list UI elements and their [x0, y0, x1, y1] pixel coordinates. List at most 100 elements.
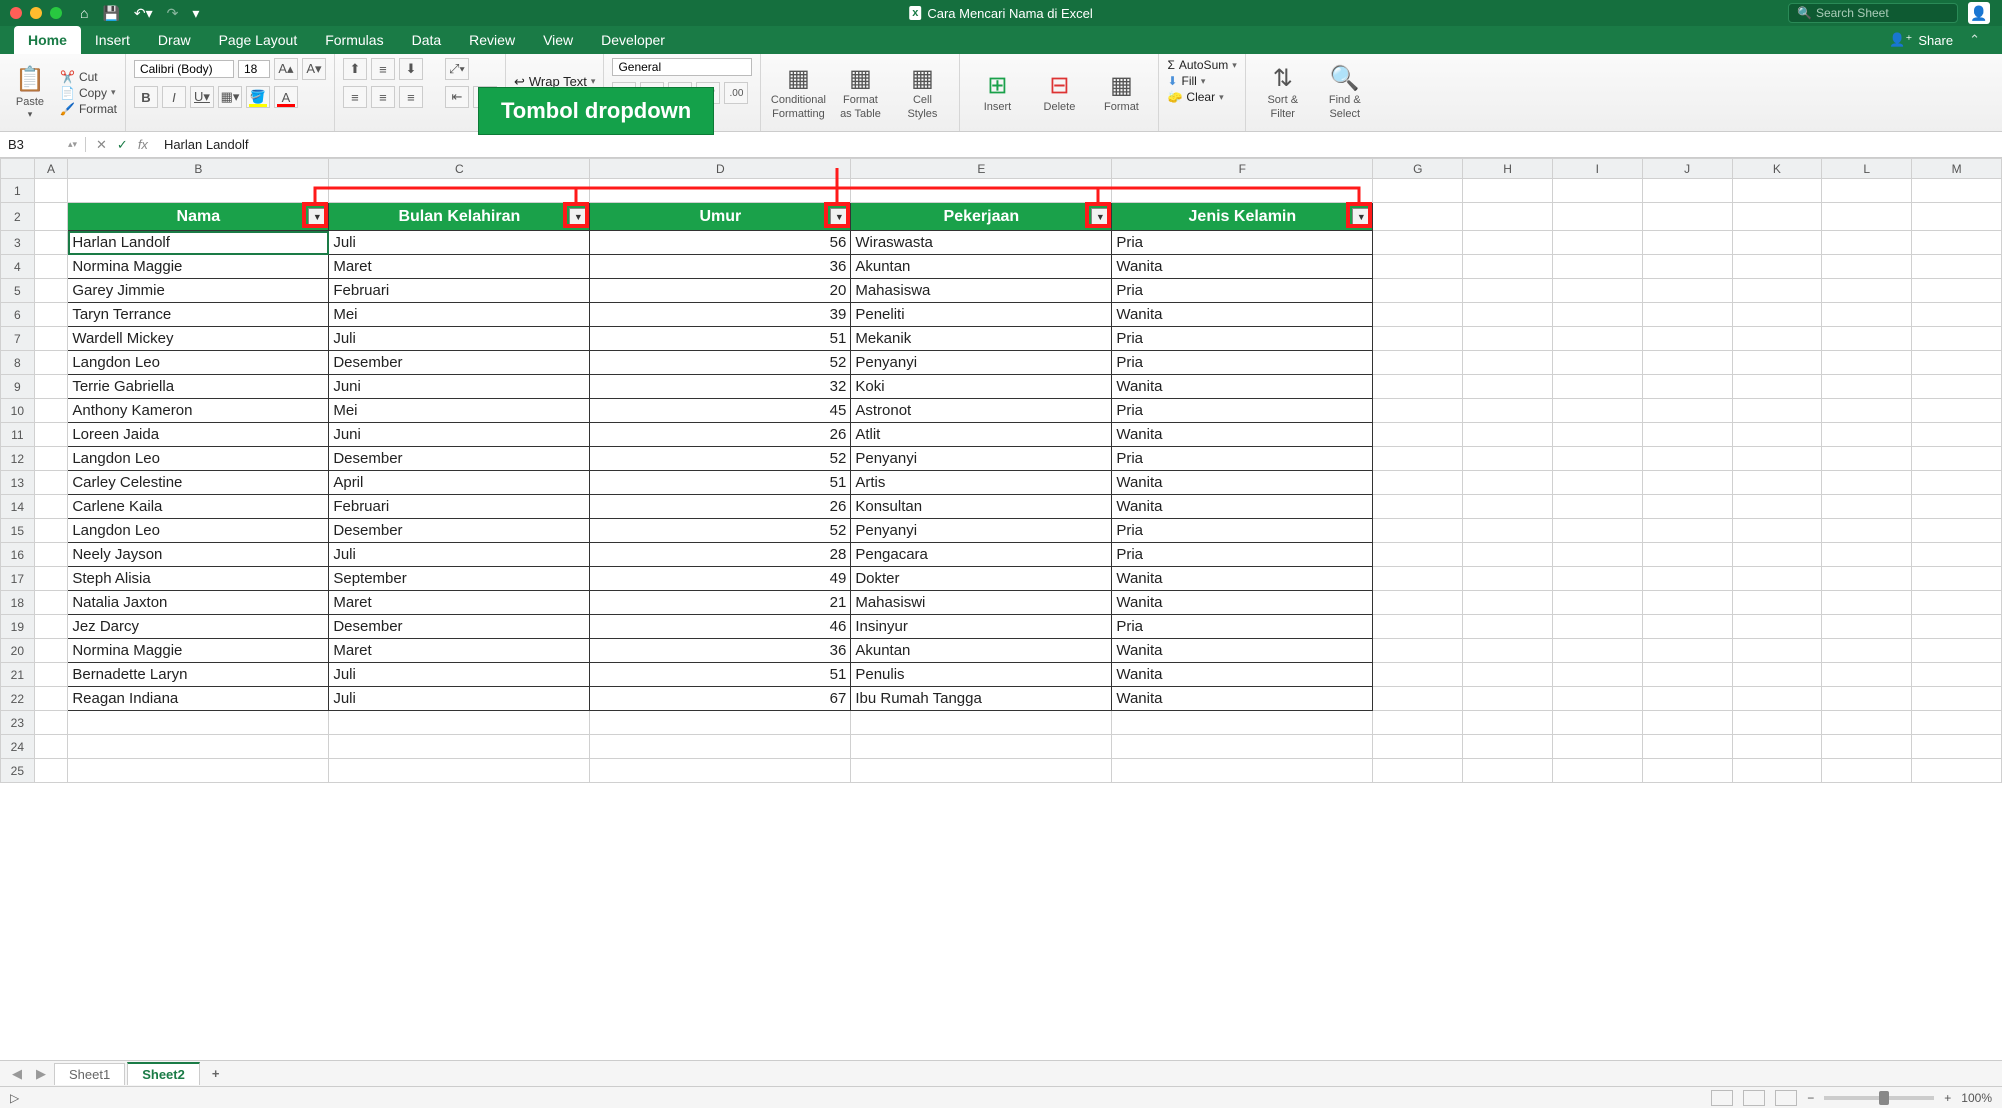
empty-cell[interactable]: [590, 711, 851, 735]
empty-cell[interactable]: [1373, 519, 1463, 543]
empty-cell[interactable]: [1642, 519, 1732, 543]
empty-cell[interactable]: [1373, 231, 1463, 255]
save-icon[interactable]: 💾: [102, 5, 119, 22]
search-sheet-input[interactable]: 🔍 Search Sheet: [1788, 3, 1958, 23]
empty-cell[interactable]: [1912, 615, 2002, 639]
empty-cell[interactable]: [1912, 567, 2002, 591]
empty-cell[interactable]: [1552, 471, 1642, 495]
data-cell[interactable]: 52: [590, 447, 851, 471]
empty-cell[interactable]: [1732, 711, 1822, 735]
empty-cell[interactable]: [1552, 375, 1642, 399]
empty-cell[interactable]: [1112, 759, 1373, 783]
data-cell[interactable]: Normina Maggie: [68, 255, 329, 279]
empty-cell[interactable]: [34, 327, 68, 351]
data-cell[interactable]: Juli: [329, 543, 590, 567]
align-bottom-button[interactable]: ⬇: [399, 58, 423, 80]
empty-cell[interactable]: [1912, 303, 2002, 327]
empty-cell[interactable]: [1912, 423, 2002, 447]
empty-cell[interactable]: [1373, 279, 1463, 303]
zoom-in-button[interactable]: +: [1944, 1091, 1951, 1105]
data-cell[interactable]: September: [329, 567, 590, 591]
row-header[interactable]: 21: [1, 663, 35, 687]
row-header[interactable]: 5: [1, 279, 35, 303]
data-cell[interactable]: Wanita: [1112, 591, 1373, 615]
empty-cell[interactable]: [1552, 519, 1642, 543]
empty-cell[interactable]: [1642, 543, 1732, 567]
data-cell[interactable]: 52: [590, 519, 851, 543]
empty-cell[interactable]: [68, 735, 329, 759]
empty-cell[interactable]: [1642, 687, 1732, 711]
data-cell[interactable]: Juli: [329, 231, 590, 255]
borders-button[interactable]: ▦▾: [218, 86, 242, 108]
empty-cell[interactable]: [1822, 663, 1912, 687]
data-cell[interactable]: 39: [590, 303, 851, 327]
empty-cell[interactable]: [34, 303, 68, 327]
empty-cell[interactable]: [329, 711, 590, 735]
tab-view[interactable]: View: [529, 26, 587, 54]
cell-styles-button[interactable]: ▦Cell Styles: [893, 64, 951, 120]
empty-cell[interactable]: [1642, 447, 1732, 471]
row-header[interactable]: 8: [1, 351, 35, 375]
empty-cell[interactable]: [1822, 591, 1912, 615]
row-header[interactable]: 12: [1, 447, 35, 471]
empty-cell[interactable]: [1373, 759, 1463, 783]
formula-input[interactable]: Harlan Landolf: [158, 137, 2002, 152]
data-cell[interactable]: Penyanyi: [851, 519, 1112, 543]
empty-cell[interactable]: [1552, 687, 1642, 711]
row-header[interactable]: 3: [1, 231, 35, 255]
undo-icon[interactable]: ↶▾: [134, 5, 153, 22]
filter-dropdown-button[interactable]: ▼: [1352, 208, 1370, 226]
empty-cell[interactable]: [1112, 735, 1373, 759]
empty-cell[interactable]: [1373, 447, 1463, 471]
empty-cell[interactable]: [1642, 203, 1732, 231]
empty-cell[interactable]: [329, 735, 590, 759]
empty-cell[interactable]: [1463, 663, 1553, 687]
empty-cell[interactable]: [1373, 663, 1463, 687]
empty-cell[interactable]: [1822, 495, 1912, 519]
empty-cell[interactable]: [1642, 615, 1732, 639]
column-header[interactable]: H: [1463, 159, 1553, 179]
empty-cell[interactable]: [1463, 567, 1553, 591]
empty-cell[interactable]: [1463, 203, 1553, 231]
empty-cell[interactable]: [1642, 759, 1732, 783]
data-cell[interactable]: 28: [590, 543, 851, 567]
empty-cell[interactable]: [1732, 519, 1822, 543]
empty-cell[interactable]: [1822, 567, 1912, 591]
data-cell[interactable]: 49: [590, 567, 851, 591]
empty-cell[interactable]: [1552, 447, 1642, 471]
empty-cell[interactable]: [1642, 495, 1732, 519]
empty-cell[interactable]: [851, 179, 1112, 203]
empty-cell[interactable]: [1732, 423, 1822, 447]
column-header[interactable]: I: [1552, 159, 1642, 179]
data-cell[interactable]: Wanita: [1112, 639, 1373, 663]
data-cell[interactable]: Carley Celestine: [68, 471, 329, 495]
data-cell[interactable]: 26: [590, 495, 851, 519]
zoom-slider[interactable]: [1824, 1096, 1934, 1100]
empty-cell[interactable]: [34, 179, 68, 203]
empty-cell[interactable]: [68, 711, 329, 735]
data-cell[interactable]: Loreen Jaida: [68, 423, 329, 447]
data-cell[interactable]: 51: [590, 327, 851, 351]
empty-cell[interactable]: [590, 735, 851, 759]
empty-cell[interactable]: [1912, 471, 2002, 495]
empty-cell[interactable]: [1912, 591, 2002, 615]
empty-cell[interactable]: [34, 375, 68, 399]
empty-cell[interactable]: [1552, 759, 1642, 783]
row-header[interactable]: 18: [1, 591, 35, 615]
filter-dropdown-button[interactable]: ▼: [1091, 208, 1109, 226]
data-cell[interactable]: Harlan Landolf: [68, 231, 329, 255]
empty-cell[interactable]: [34, 567, 68, 591]
empty-cell[interactable]: [34, 279, 68, 303]
column-header[interactable]: A: [34, 159, 68, 179]
empty-cell[interactable]: [1373, 375, 1463, 399]
empty-cell[interactable]: [329, 179, 590, 203]
empty-cell[interactable]: [1732, 471, 1822, 495]
row-header[interactable]: 19: [1, 615, 35, 639]
font-name-select[interactable]: [134, 60, 234, 78]
empty-cell[interactable]: [1732, 615, 1822, 639]
empty-cell[interactable]: [1732, 567, 1822, 591]
decrease-indent-button[interactable]: ⇤: [445, 86, 469, 108]
cancel-formula-icon[interactable]: ✕: [96, 137, 107, 153]
empty-cell[interactable]: [1373, 179, 1463, 203]
data-cell[interactable]: Koki: [851, 375, 1112, 399]
